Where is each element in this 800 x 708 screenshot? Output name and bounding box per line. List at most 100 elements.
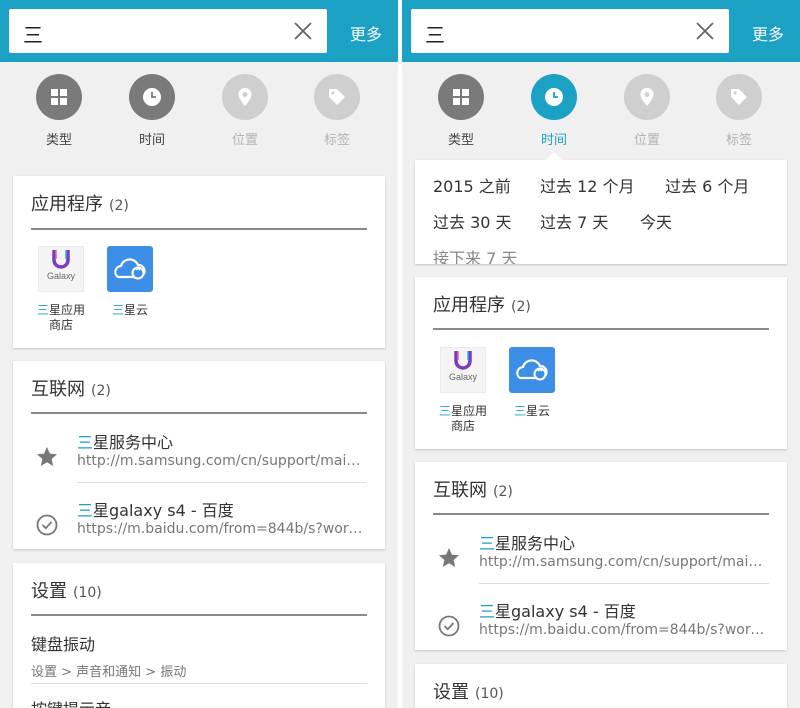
filter-location[interactable]: 位置 bbox=[612, 74, 682, 148]
history-check-icon bbox=[438, 615, 460, 637]
filter-location-label: 位置 bbox=[231, 133, 258, 148]
internet-result-title: 三星galaxy s4 - 百度 bbox=[77, 501, 234, 520]
settings-result-item[interactable]: 键盘振动 设置 > 声音和通知 > 振动 bbox=[31, 631, 371, 680]
internet-divider bbox=[433, 513, 769, 515]
app-samsung-cloud[interactable]: 三星云 bbox=[98, 246, 162, 318]
close-icon[interactable] bbox=[695, 21, 715, 41]
search-input[interactable]: 三 bbox=[411, 9, 729, 53]
time-option[interactable]: 接下来 7 天 bbox=[433, 245, 517, 264]
time-option[interactable]: 过去 6 个月 bbox=[665, 173, 749, 197]
time-option[interactable]: 过去 12 个月 bbox=[540, 173, 635, 197]
close-icon[interactable] bbox=[293, 21, 313, 41]
filter-type[interactable]: 类型 bbox=[426, 74, 496, 148]
more-button[interactable]: 更多 bbox=[350, 21, 382, 45]
settings-section-title: 设置 (10) bbox=[31, 581, 102, 602]
internet-result-title: 三星galaxy s4 - 百度 bbox=[479, 602, 636, 621]
dropdown-pointer bbox=[546, 152, 562, 160]
apps-card: 应用程序 (2) Galaxy 三星应用 商店 三星云 bbox=[13, 176, 385, 348]
filter-type-label: 类型 bbox=[447, 133, 474, 148]
time-option[interactable]: 过去 30 天 bbox=[433, 209, 512, 233]
search-input[interactable]: 三 bbox=[9, 9, 327, 53]
internet-result-url: http://m.samsung.com/cn/support/main… bbox=[479, 554, 769, 570]
settings-result-title: 按键提示音 bbox=[31, 696, 371, 708]
galaxy-store-icon: Galaxy bbox=[439, 346, 487, 394]
clock-icon bbox=[545, 88, 563, 106]
app-galaxy-store[interactable]: Galaxy 三星应用 商店 bbox=[431, 346, 495, 434]
internet-result-row[interactable]: 三星galaxy s4 - 百度 https://m.baidu.com/fro… bbox=[13, 489, 385, 557]
internet-divider bbox=[31, 412, 367, 414]
filter-tag-label: 标签 bbox=[323, 133, 350, 148]
app-galaxy-store-label: 三星应用 商店 bbox=[438, 404, 488, 433]
internet-result-title: 三星服务中心 bbox=[479, 534, 576, 553]
apps-section-title: 应用程序 (2) bbox=[433, 295, 531, 316]
svg-text:Galaxy: Galaxy bbox=[47, 271, 76, 281]
search-toolbar: 三 更多 bbox=[0, 0, 398, 62]
filter-bar: 类型 时间 位置 标签 bbox=[0, 62, 398, 158]
internet-card: 互联网 (2) 三星服务中心 http://m.samsung.com/cn/su… bbox=[13, 361, 385, 549]
internet-card: 互联网 (2) 三星服务中心 http://m.samsung.com/cn/su… bbox=[415, 462, 787, 650]
internet-result-row[interactable]: 三星服务中心 http://m.samsung.com/cn/support/m… bbox=[415, 522, 787, 590]
filter-type-label: 类型 bbox=[45, 133, 72, 148]
tag-icon bbox=[329, 89, 345, 105]
star-icon bbox=[37, 447, 57, 466]
search-toolbar: 三 更多 bbox=[402, 0, 800, 62]
settings-result-item[interactable]: 按键提示音 bbox=[31, 696, 371, 708]
internet-result-url: http://m.samsung.com/cn/support/main… bbox=[77, 453, 367, 469]
filter-location-label: 位置 bbox=[633, 133, 660, 148]
tag-icon bbox=[731, 89, 747, 105]
search-screen-right: 三 更多 类型 时间 位置 标签 2015 之前 过去 12 个月 过去 6 个… bbox=[402, 0, 800, 708]
filter-tag[interactable]: 标签 bbox=[302, 74, 372, 148]
settings-result-title: 键盘振动 bbox=[31, 635, 96, 654]
apps-card: 应用程序 (2) Galaxy 三星应用 商店 三星云 bbox=[415, 277, 787, 449]
settings-divider bbox=[31, 614, 367, 616]
search-query[interactable]: 三 bbox=[425, 19, 445, 48]
internet-result-row[interactable]: 三星服务中心 http://m.samsung.com/cn/support/m… bbox=[13, 421, 385, 489]
app-samsung-cloud-label: 三星云 bbox=[111, 303, 149, 317]
time-option[interactable]: 过去 7 天 bbox=[540, 209, 608, 233]
filter-tag[interactable]: 标签 bbox=[704, 74, 774, 148]
grid-icon bbox=[51, 89, 67, 105]
apps-section-title: 应用程序 (2) bbox=[31, 194, 129, 215]
galaxy-store-icon: Galaxy bbox=[37, 245, 85, 293]
clock-icon bbox=[143, 88, 161, 106]
location-pin-icon bbox=[640, 88, 654, 106]
settings-card: 设置 (10) bbox=[415, 664, 787, 708]
svg-text:Galaxy: Galaxy bbox=[449, 372, 478, 382]
filter-tag-label: 标签 bbox=[725, 133, 752, 148]
row-separator bbox=[479, 583, 769, 584]
apps-divider bbox=[433, 328, 769, 330]
search-query[interactable]: 三 bbox=[23, 19, 43, 48]
star-icon bbox=[439, 548, 459, 567]
filter-location[interactable]: 位置 bbox=[210, 74, 280, 148]
filter-time-active[interactable]: 时间 bbox=[519, 74, 589, 148]
filter-type[interactable]: 类型 bbox=[24, 74, 94, 148]
settings-section-title: 设置 (10) bbox=[433, 682, 504, 703]
filter-time[interactable]: 时间 bbox=[117, 74, 187, 148]
internet-result-url: https://m.baidu.com/from=844b/s?word… bbox=[479, 622, 769, 638]
internet-result-row[interactable]: 三星galaxy s4 - 百度 https://m.baidu.com/fro… bbox=[415, 590, 787, 658]
row-separator bbox=[77, 482, 367, 483]
internet-section-title: 互联网 (2) bbox=[31, 379, 111, 400]
internet-result-url: https://m.baidu.com/from=844b/s?word… bbox=[77, 521, 367, 537]
row-separator bbox=[31, 683, 367, 684]
search-screen-left: 三 更多 类型 时间 位置 标签 应用程序 (2) Galaxy 三星应用 商店… bbox=[0, 0, 398, 708]
app-galaxy-store[interactable]: Galaxy 三星应用 商店 bbox=[29, 245, 93, 333]
time-filter-dropdown: 2015 之前 过去 12 个月 过去 6 个月 过去 30 天 过去 7 天 … bbox=[415, 160, 787, 264]
samsung-cloud-icon bbox=[107, 246, 153, 292]
settings-card: 设置(10) 键盘振动 设置 > 声音和通知 > 振动 按键提示音 bbox=[13, 563, 385, 708]
grid-icon bbox=[453, 89, 469, 105]
internet-section-title: 互联网 (2) bbox=[433, 480, 513, 501]
samsung-cloud-icon bbox=[509, 347, 555, 393]
filter-bar: 类型 时间 位置 标签 bbox=[402, 62, 800, 158]
app-samsung-cloud-label: 三星云 bbox=[513, 404, 551, 418]
more-button[interactable]: 更多 bbox=[752, 21, 784, 45]
internet-result-title: 三星服务中心 bbox=[77, 433, 174, 452]
time-option[interactable]: 2015 之前 bbox=[433, 173, 511, 197]
app-galaxy-store-label: 三星应用 商店 bbox=[36, 303, 86, 332]
app-samsung-cloud[interactable]: 三星云 bbox=[500, 347, 564, 419]
filter-time-label: 时间 bbox=[138, 133, 165, 148]
time-option[interactable]: 今天 bbox=[640, 209, 672, 233]
location-pin-icon bbox=[238, 88, 252, 106]
settings-result-path: 设置 > 声音和通知 > 振动 bbox=[31, 665, 187, 680]
apps-divider bbox=[31, 228, 367, 230]
